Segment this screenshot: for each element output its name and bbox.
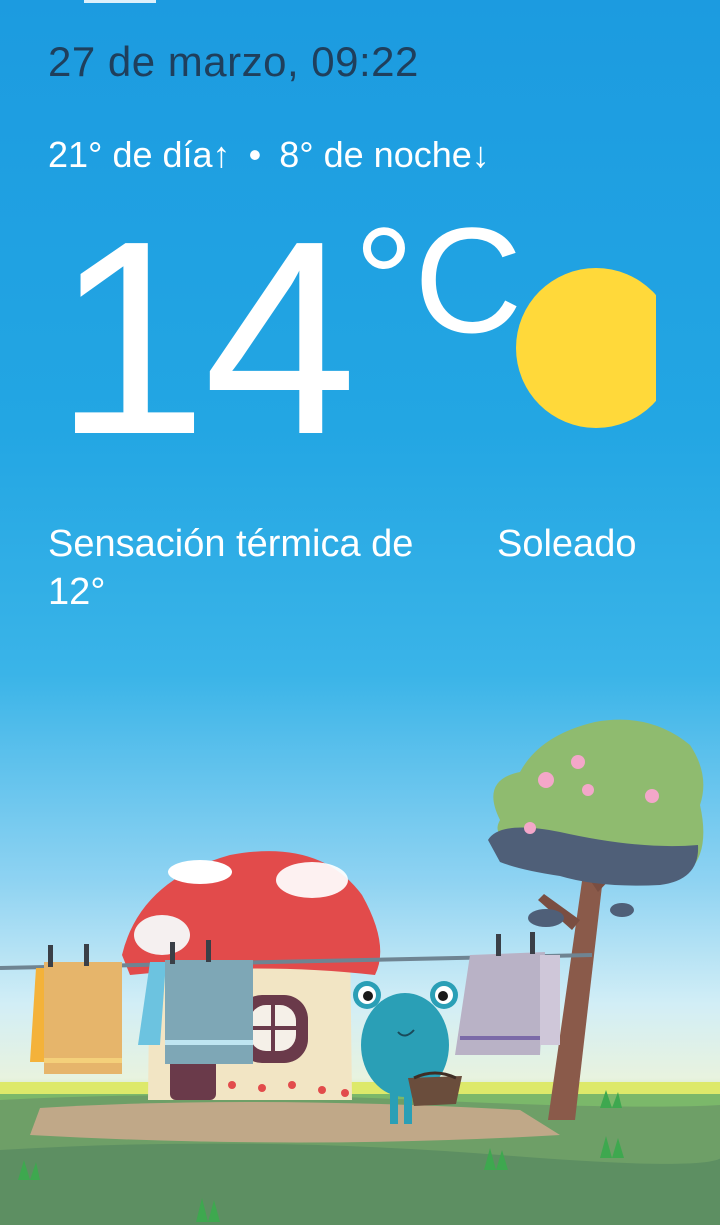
night-low-label: de noche↓ bbox=[323, 134, 490, 175]
weather-condition: Soleado bbox=[497, 523, 637, 565]
date-time: 27 de marzo, 09:22 bbox=[48, 38, 419, 85]
sun-icon bbox=[516, 268, 656, 428]
sun-disc bbox=[516, 268, 656, 428]
day-high-label: de día↑ bbox=[112, 134, 231, 175]
ground bbox=[0, 1082, 720, 1225]
current-temperature: 14 bbox=[54, 184, 357, 492]
temperature-unit[interactable]: °C bbox=[354, 205, 522, 355]
night-low-temp: 8° bbox=[279, 134, 314, 175]
status-bar-indicator bbox=[84, 0, 156, 3]
separator-dot: • bbox=[248, 134, 262, 175]
day-night-forecast: 21° de día↑ • 8° de noche↓ bbox=[48, 134, 490, 176]
day-high-temp: 21° bbox=[48, 134, 103, 175]
tree bbox=[488, 719, 704, 1120]
weather-illustration bbox=[0, 719, 720, 1225]
feels-like-temperature: Sensación térmica de 12° bbox=[48, 523, 414, 613]
